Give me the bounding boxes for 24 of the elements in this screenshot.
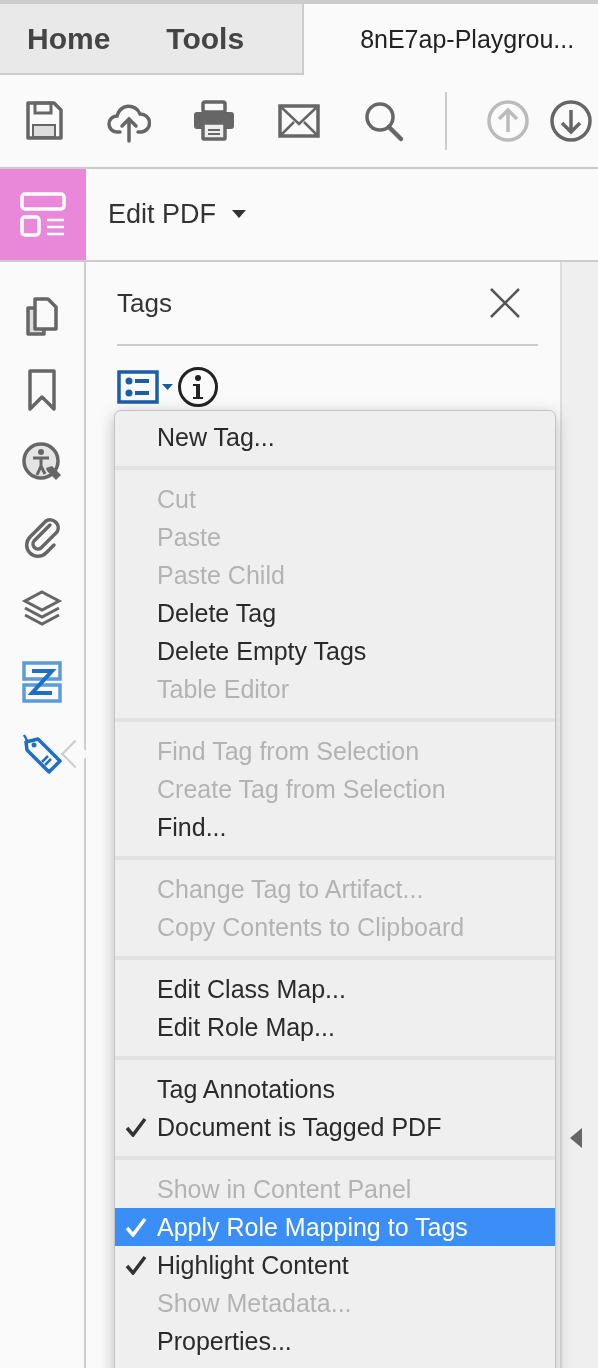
menu-item[interactable]: Properties... [115, 1322, 555, 1360]
tab[interactable]: Home [0, 4, 141, 75]
menu-item[interactable]: Document is Tagged PDF [115, 1108, 555, 1146]
search-icon[interactable] [362, 99, 406, 143]
print-icon[interactable] [192, 99, 236, 143]
menu-item[interactable]: Tag Annotations [115, 1070, 555, 1108]
collapse-icon[interactable] [570, 1128, 582, 1148]
edit-layout-icon [20, 191, 66, 238]
order-icon [20, 659, 64, 705]
menu-item[interactable]: Highlight Content [115, 1246, 555, 1284]
caret-icon [232, 210, 247, 219]
info-icon[interactable] [177, 366, 219, 408]
options-menu-icon[interactable] [117, 370, 175, 404]
tab[interactable]: Tools [140, 4, 305, 75]
close-icon[interactable] [489, 287, 521, 319]
menu-item[interactable]: Edit Role Map... [115, 1008, 555, 1046]
menu-item[interactable]: Edit Class Map... [115, 970, 555, 1008]
tool-dropdown[interactable]: Edit PDF [102, 198, 253, 231]
menu-item[interactable]: Find... [115, 808, 555, 846]
menu-item[interactable]: Delete Empty Tags [115, 632, 555, 670]
menu-item[interactable]: New Tag... [115, 418, 555, 456]
panel-title: Tags [117, 287, 172, 319]
menu-item[interactable]: Delete Tag [115, 594, 555, 632]
sidebar-item[interactable] [20, 659, 64, 705]
